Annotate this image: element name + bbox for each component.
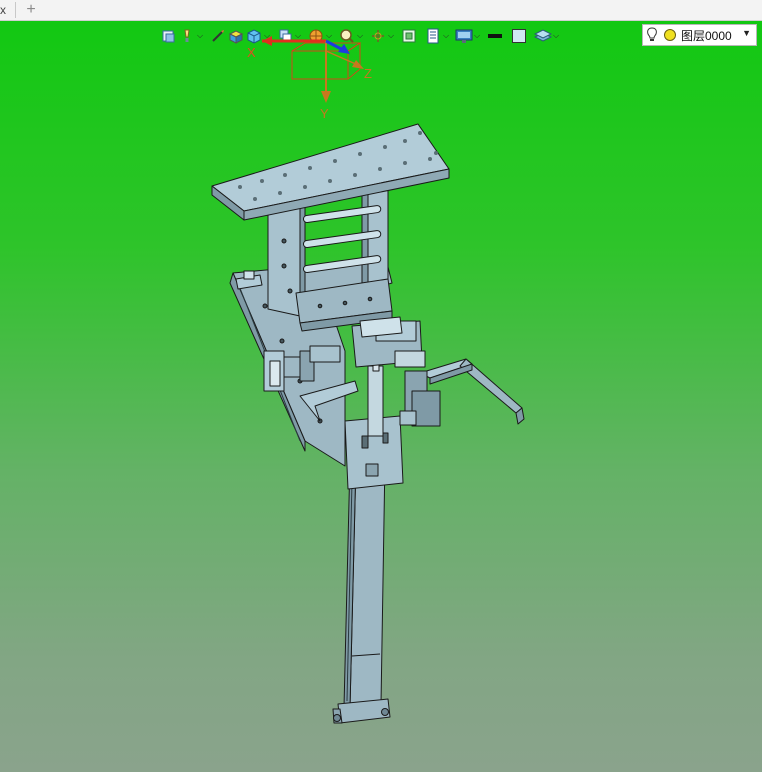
cad-model[interactable] [0, 21, 762, 772]
document-tab-bar: x + [0, 0, 762, 21]
new-tab-button[interactable]: + [22, 0, 40, 20]
tab-separator [15, 2, 16, 18]
top-mounting-plate[interactable] [211, 123, 450, 221]
3d-viewport[interactable]: ⌵ ⌵ ⌵ ⌵ ⌵ ⌵ ⌵ ⌵ ⌵ 图层0000 ▼ X Y Z [0, 21, 762, 772]
close-tab-button[interactable]: x [0, 1, 10, 19]
vertical-column[interactable] [332, 457, 391, 724]
